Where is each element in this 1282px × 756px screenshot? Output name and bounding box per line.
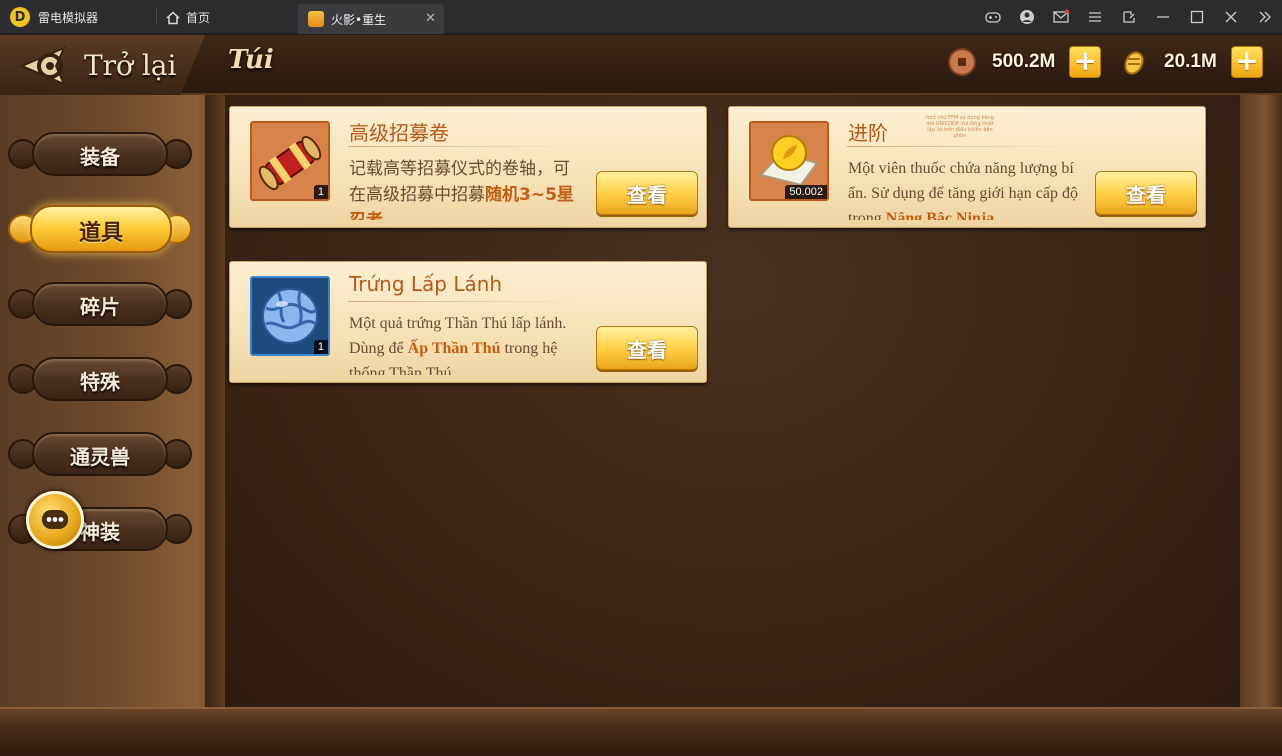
item-icon-frame[interactable]: 1 bbox=[250, 276, 330, 356]
minimize-button[interactable] bbox=[1146, 0, 1180, 34]
maximize-icon bbox=[1190, 10, 1204, 24]
view-item-button[interactable]: 查看 bbox=[596, 326, 698, 370]
back-label: Trở lại bbox=[84, 49, 177, 82]
left-frame bbox=[0, 95, 225, 756]
sidebar-tab-label: 通灵兽 bbox=[70, 445, 130, 469]
item-card: 1 高级招募卷 记载高等招募仪式的卷轴，可在高级招募中招募随机3~5星忍者 查看 bbox=[229, 106, 707, 228]
tab-game-label: 火影•重生 bbox=[331, 12, 387, 27]
emulator-titlebar: D 雷电模拟器 首页 火影•重生 ✕ bbox=[0, 0, 1282, 34]
item-name: 高级招募卷 bbox=[349, 121, 449, 145]
item-icon-frame[interactable]: 50.002 bbox=[749, 121, 829, 201]
add-copper-button[interactable]: + bbox=[1069, 46, 1102, 78]
divider bbox=[847, 146, 1077, 147]
gamepad-button[interactable] bbox=[976, 0, 1010, 34]
popout-icon bbox=[1123, 11, 1135, 23]
item-description-highlight: Nâng Bậc Ninja bbox=[885, 210, 995, 220]
close-tab-icon[interactable]: ✕ bbox=[425, 11, 436, 26]
titlebar-divider bbox=[156, 9, 157, 25]
item-name: Trứng Lấp Lánh bbox=[349, 272, 503, 296]
sidebar-tab-special[interactable]: 特殊 bbox=[8, 356, 192, 402]
back-button[interactable]: Trở lại bbox=[0, 35, 205, 95]
tab-home-label: 首页 bbox=[186, 11, 211, 25]
mail-button[interactable] bbox=[1044, 0, 1078, 34]
app-name: 雷电模拟器 bbox=[38, 10, 99, 25]
back-arrow-icon bbox=[20, 46, 66, 86]
chat-dots-icon bbox=[42, 510, 68, 529]
sidebar-tab-label: 特殊 bbox=[80, 370, 120, 394]
item-fineprint: font chữ FFM sử dụng bằng mã UNICODE Vui… bbox=[925, 115, 995, 139]
sidebar-tab-label: 装备 bbox=[80, 145, 120, 169]
gamepad-icon bbox=[985, 12, 1001, 23]
maximize-button[interactable] bbox=[1180, 0, 1214, 34]
add-gold-button[interactable]: + bbox=[1230, 46, 1263, 78]
sidebar-tab-equipment[interactable]: 装备 bbox=[8, 131, 192, 177]
view-item-button[interactable]: 查看 bbox=[1095, 171, 1197, 215]
window-controls bbox=[976, 0, 1282, 34]
left-frame-edge bbox=[205, 95, 225, 756]
app-brand: D 雷电模拟器 bbox=[10, 7, 98, 27]
user-icon bbox=[1020, 10, 1034, 24]
sidebar-tab-summons[interactable]: 通灵兽 bbox=[8, 431, 192, 477]
currency-copper: 500.2M + bbox=[948, 45, 1102, 79]
sidebar-tab-fragments[interactable]: 碎片 bbox=[8, 281, 192, 327]
sidebar-tab-label: 道具 bbox=[78, 221, 123, 246]
bottom-rail bbox=[0, 707, 1282, 756]
item-icon-frame[interactable]: 1 bbox=[250, 121, 330, 201]
item-description: Một viên thuốc chứa năng lượng bí ẩn. Sử… bbox=[848, 156, 1080, 220]
ldplayer-logo-icon: D bbox=[10, 7, 30, 27]
item-description: Một quả trứng Thần Thú lấp lánh. Dùng để… bbox=[349, 315, 567, 375]
game-app-icon bbox=[308, 11, 324, 27]
item-description: 记载高等招募仪式的卷轴，可在高级招募中招募随机3~5星忍者 bbox=[349, 156, 581, 220]
double-chevron-right-icon bbox=[1259, 11, 1271, 23]
menu-button[interactable] bbox=[1078, 0, 1112, 34]
item-card: 1 Trứng Lấp Lánh Một quả trứng Thần Thú … bbox=[229, 261, 707, 383]
collapse-sidebar-button[interactable] bbox=[1248, 0, 1282, 34]
minimize-icon bbox=[1157, 16, 1169, 18]
item-quantity: 50.002 bbox=[785, 185, 827, 199]
tab-game[interactable]: 火影•重生 ✕ bbox=[298, 4, 444, 34]
sidebar-tab-items[interactable]: 道具 bbox=[8, 205, 192, 253]
popout-button[interactable] bbox=[1112, 0, 1146, 34]
tab-home[interactable]: 首页 bbox=[166, 9, 210, 26]
game-screen: Trở lại Túi 500.2M + 20.1M + 装备 道具 碎片 特殊… bbox=[0, 35, 1282, 756]
chat-button[interactable] bbox=[26, 491, 84, 549]
item-description-highlight: Ấp Thần Thú bbox=[407, 340, 501, 357]
copper-coin-icon bbox=[948, 48, 976, 76]
right-frame bbox=[1240, 95, 1282, 756]
item-quantity: 1 bbox=[313, 185, 328, 199]
currency-gold: 20.1M + bbox=[1120, 45, 1263, 79]
close-window-button[interactable] bbox=[1214, 0, 1248, 34]
header-bar: Trở lại Túi 500.2M + 20.1M + bbox=[0, 35, 1282, 95]
mail-icon bbox=[1053, 9, 1069, 23]
divider bbox=[348, 146, 578, 147]
item-quantity: 1 bbox=[313, 340, 328, 354]
hamburger-menu-icon bbox=[1089, 12, 1101, 22]
item-card: 50.002 进阶 font chữ FFM sử dụng bằng mã U… bbox=[728, 106, 1206, 228]
view-item-button[interactable]: 查看 bbox=[596, 171, 698, 215]
sidebar-tab-label: 碎片 bbox=[80, 295, 120, 319]
gold-ingot-icon bbox=[1124, 51, 1144, 75]
account-button[interactable] bbox=[1010, 0, 1044, 34]
divider bbox=[348, 301, 578, 302]
page-title: Túi bbox=[228, 45, 274, 75]
close-icon bbox=[1225, 11, 1237, 23]
copper-amount: 500.2M bbox=[992, 51, 1056, 72]
home-icon bbox=[166, 10, 180, 24]
item-name: 进阶 bbox=[848, 121, 888, 145]
gold-amount: 20.1M bbox=[1164, 51, 1217, 72]
